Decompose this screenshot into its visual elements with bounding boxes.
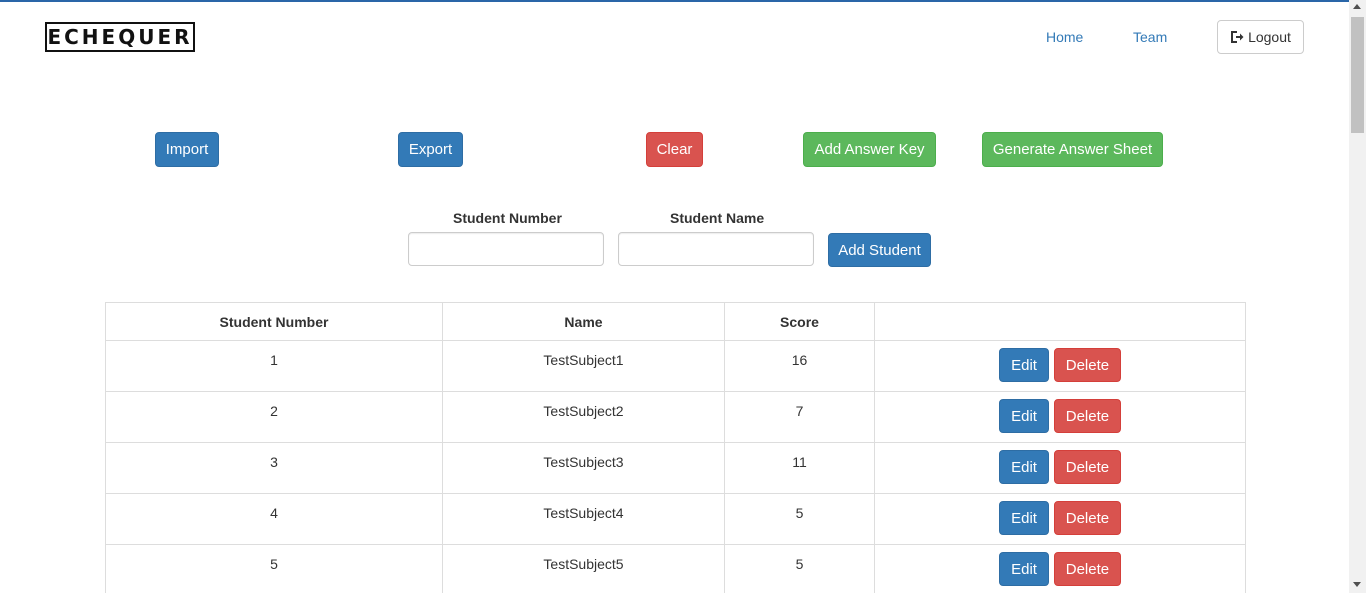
scroll-down-arrow-icon[interactable] bbox=[1353, 582, 1361, 587]
cell-score: 11 bbox=[724, 442, 875, 494]
clear-button[interactable]: Clear bbox=[646, 132, 703, 167]
cell-student-number: 1 bbox=[105, 340, 443, 392]
delete-button[interactable]: Delete bbox=[1053, 399, 1121, 433]
table-row: 5 TestSubject5 5 Edit Delete bbox=[105, 544, 1246, 593]
edit-button[interactable]: Edit bbox=[999, 399, 1050, 433]
vertical-scrollbar[interactable] bbox=[1349, 0, 1366, 593]
cell-name: TestSubject3 bbox=[442, 442, 725, 494]
cell-actions: Edit Delete bbox=[874, 340, 1246, 392]
delete-button[interactable]: Delete bbox=[1053, 501, 1121, 535]
student-name-input[interactable] bbox=[618, 232, 814, 266]
cell-student-number: 3 bbox=[105, 442, 443, 494]
add-answer-key-button[interactable]: Add Answer Key bbox=[803, 132, 936, 167]
header-name: Name bbox=[442, 302, 725, 341]
logo[interactable]: ECHEQUER bbox=[45, 22, 195, 52]
cell-actions: Edit Delete bbox=[874, 544, 1246, 593]
cell-name: TestSubject4 bbox=[442, 493, 725, 545]
scroll-up-arrow-icon[interactable] bbox=[1353, 4, 1361, 9]
logout-label: Logout bbox=[1248, 29, 1291, 45]
cell-score: 5 bbox=[724, 493, 875, 545]
cell-name: TestSubject5 bbox=[442, 544, 725, 593]
nav-team-link[interactable]: Team bbox=[1133, 29, 1167, 45]
cell-student-number: 2 bbox=[105, 391, 443, 443]
cell-actions: Edit Delete bbox=[874, 391, 1246, 443]
edit-button[interactable]: Edit bbox=[999, 501, 1050, 535]
logout-button[interactable]: Logout bbox=[1217, 20, 1304, 54]
edit-button[interactable]: Edit bbox=[999, 348, 1050, 382]
logout-icon bbox=[1231, 31, 1244, 43]
header-student-number: Student Number bbox=[105, 302, 443, 341]
cell-student-number: 4 bbox=[105, 493, 443, 545]
cell-score: 5 bbox=[724, 544, 875, 593]
edit-button[interactable]: Edit bbox=[999, 552, 1050, 586]
delete-button[interactable]: Delete bbox=[1053, 348, 1121, 382]
cell-actions: Edit Delete bbox=[874, 493, 1246, 545]
cell-score: 16 bbox=[724, 340, 875, 392]
table-row: 3 TestSubject3 11 Edit Delete bbox=[105, 442, 1246, 494]
scroll-thumb[interactable] bbox=[1351, 17, 1364, 133]
cell-name: TestSubject2 bbox=[442, 391, 725, 443]
header-score: Score bbox=[724, 302, 875, 341]
nav-home-link[interactable]: Home bbox=[1046, 29, 1083, 45]
edit-button[interactable]: Edit bbox=[999, 450, 1050, 484]
export-button[interactable]: Export bbox=[398, 132, 463, 167]
cell-actions: Edit Delete bbox=[874, 442, 1246, 494]
table-row: 2 TestSubject2 7 Edit Delete bbox=[105, 391, 1246, 443]
top-accent-line bbox=[0, 0, 1366, 2]
cell-name: TestSubject1 bbox=[442, 340, 725, 392]
generate-answer-sheet-button[interactable]: Generate Answer Sheet bbox=[982, 132, 1163, 167]
cell-score: 7 bbox=[724, 391, 875, 443]
students-table: Student Number Name Score 1 TestSubject1… bbox=[105, 302, 1246, 593]
table-row: 1 TestSubject1 16 Edit Delete bbox=[105, 340, 1246, 392]
cell-student-number: 5 bbox=[105, 544, 443, 593]
table-header-row: Student Number Name Score bbox=[105, 302, 1246, 341]
delete-button[interactable]: Delete bbox=[1053, 450, 1121, 484]
add-student-button[interactable]: Add Student bbox=[828, 233, 931, 267]
student-name-label: Student Name bbox=[670, 210, 765, 226]
header-actions bbox=[874, 302, 1246, 341]
student-number-input[interactable] bbox=[408, 232, 604, 266]
delete-button[interactable]: Delete bbox=[1053, 552, 1121, 586]
student-number-label: Student Number bbox=[453, 210, 562, 226]
table-row: 4 TestSubject4 5 Edit Delete bbox=[105, 493, 1246, 545]
import-button[interactable]: Import bbox=[155, 132, 219, 167]
